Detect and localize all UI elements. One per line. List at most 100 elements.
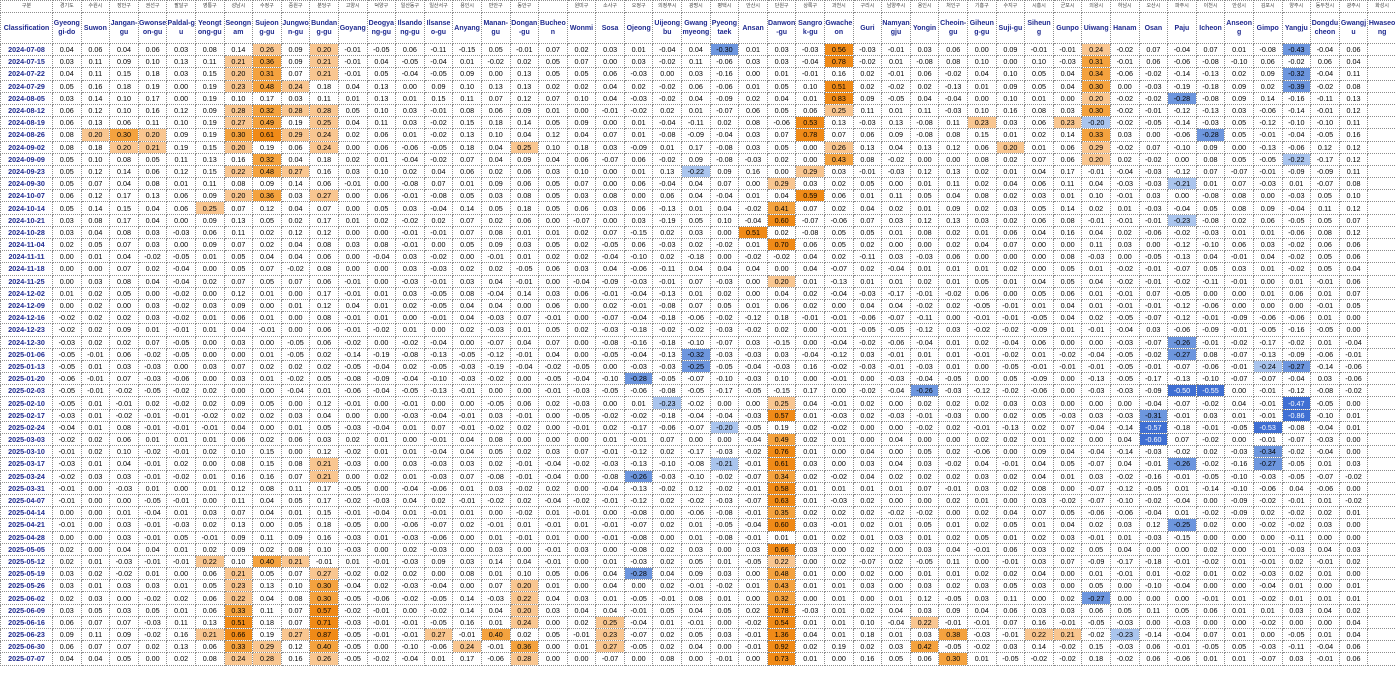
table-cell[interactable]: 0.02 — [80, 298, 111, 313]
table-cell[interactable]: -0.03 — [395, 274, 425, 288]
table-cell[interactable]: 0.13 — [166, 640, 196, 654]
table-cell[interactable]: 0.08 — [909, 225, 940, 240]
table-cell[interactable]: -0.01 — [1195, 311, 1226, 325]
table-cell[interactable]: -0.08 — [681, 457, 711, 471]
table-cell[interactable]: -0.04 — [423, 579, 454, 593]
table-cell[interactable]: 0.00 — [80, 262, 111, 276]
table-cell[interactable]: 0.02 — [652, 445, 683, 459]
row-date[interactable]: 2024-07-29 — [0, 79, 53, 93]
table-cell[interactable]: 0.16 — [824, 67, 854, 81]
table-cell[interactable]: 0.00 — [538, 640, 568, 654]
table-cell[interactable]: 0.05 — [1109, 603, 1140, 617]
table-cell[interactable]: -0.03 — [337, 615, 368, 630]
table-cell[interactable]: -0.03 — [52, 457, 82, 471]
table-cell[interactable]: 0.10 — [109, 445, 139, 459]
table-cell[interactable]: -0.03 — [337, 457, 368, 471]
table-cell[interactable]: -0.07 — [1081, 457, 1111, 471]
table-cell[interactable]: 0.01 — [194, 432, 225, 447]
table-cell[interactable]: -0.02 — [366, 323, 397, 337]
table-cell[interactable]: 0.15 — [1081, 640, 1111, 654]
table-cell[interactable]: 0.01 — [1310, 591, 1340, 605]
table-cell[interactable]: 0.17 — [309, 481, 339, 495]
table-cell[interactable]: -0.05 — [623, 591, 654, 605]
table-cell[interactable]: 0.01 — [738, 298, 768, 313]
table-cell[interactable]: 0.07 — [280, 274, 311, 288]
table-cell[interactable]: 0.04 — [509, 335, 540, 349]
row-date[interactable]: 2025-05-26 — [0, 579, 53, 593]
table-cell[interactable]: 0.00 — [366, 225, 397, 240]
table-cell[interactable]: -0.01 — [137, 408, 168, 422]
table-cell[interactable]: -0.02 — [967, 640, 997, 654]
table-cell[interactable]: -0.08 — [795, 225, 826, 240]
table-cell[interactable]: 0.00 — [623, 652, 654, 666]
table-cell[interactable]: -0.04 — [137, 506, 168, 520]
table-cell[interactable]: 0.03 — [881, 530, 911, 544]
table-cell[interactable]: 0.03 — [1024, 396, 1054, 410]
table-cell[interactable]: 0.05 — [480, 445, 511, 459]
table-cell[interactable]: 0.08 — [366, 237, 397, 252]
table-cell[interactable]: -0.03 — [709, 274, 740, 288]
table-cell[interactable]: 0.02 — [480, 262, 511, 276]
table-cell[interactable]: 0.02 — [995, 408, 1026, 422]
table-cell[interactable]: -0.04 — [423, 335, 454, 349]
table-cell[interactable]: -0.12 — [623, 493, 654, 508]
table-cell[interactable]: -0.01 — [538, 554, 568, 569]
table-cell[interactable]: -0.05 — [1281, 457, 1312, 471]
table-cell[interactable]: -0.01 — [738, 530, 768, 544]
table-cell[interactable]: 0.30 — [938, 652, 968, 666]
table-cell[interactable]: -0.32 — [681, 347, 711, 361]
table-cell[interactable]: -0.05 — [452, 347, 482, 361]
table-cell[interactable]: 0.08 — [1310, 225, 1340, 240]
table-cell[interactable]: 0.00 — [1024, 591, 1054, 605]
table-cell[interactable]: 0.21 — [309, 457, 339, 471]
table-cell[interactable]: 0.09 — [194, 103, 225, 118]
table-cell[interactable]: -0.13 — [995, 420, 1026, 435]
table-cell[interactable]: 0.01 — [938, 359, 968, 374]
table-cell[interactable]: 0.19 — [194, 91, 225, 105]
table-cell[interactable]: 0.03 — [595, 140, 625, 154]
table-cell[interactable]: 0.06 — [795, 237, 826, 252]
table-cell[interactable]: 0.01 — [852, 189, 883, 203]
table-cell[interactable]: -0.10 — [1310, 408, 1340, 422]
table-cell[interactable]: 0.12 — [538, 128, 568, 142]
table-cell[interactable]: -0.02 — [166, 311, 196, 325]
table-cell[interactable]: 0.00 — [824, 567, 854, 581]
table-cell[interactable]: -0.01 — [538, 384, 568, 398]
table-cell[interactable]: -0.01 — [1224, 250, 1254, 264]
table-cell[interactable]: 0.09 — [938, 603, 968, 617]
table-cell[interactable] — [1367, 652, 1396, 666]
table-cell[interactable]: 0.02 — [194, 445, 225, 459]
table-cell[interactable]: -0.03 — [852, 116, 883, 130]
table-cell[interactable]: -0.04 — [1310, 42, 1340, 57]
table-cell[interactable]: -0.01 — [1138, 298, 1169, 313]
table-cell[interactable]: -0.04 — [623, 615, 654, 630]
table-cell[interactable]: 0.00 — [1252, 530, 1283, 544]
table-cell[interactable]: 0.01 — [194, 469, 225, 483]
table-cell[interactable]: 0.00 — [881, 420, 911, 435]
table-cell[interactable]: 0.17 — [252, 91, 282, 105]
table-cell[interactable]: -0.07 — [1138, 311, 1169, 325]
table-cell[interactable]: -0.04 — [795, 55, 826, 69]
table-cell[interactable]: 0.00 — [1109, 579, 1140, 593]
table-cell[interactable]: 0.54 — [766, 615, 797, 630]
table-cell[interactable]: 0.28 — [252, 652, 282, 666]
table-cell[interactable]: -0.01 — [109, 396, 139, 410]
table-cell[interactable]: 0.00 — [366, 177, 397, 191]
table-cell[interactable]: -0.86 — [1281, 408, 1312, 422]
table-cell[interactable]: 0.03 — [1338, 542, 1369, 556]
table-cell[interactable]: 0.01 — [652, 140, 683, 154]
table-cell[interactable]: 0.05 — [280, 493, 311, 508]
table-cell[interactable]: -0.03 — [395, 408, 425, 422]
table-cell[interactable]: 0.01 — [1281, 274, 1312, 288]
table-cell[interactable]: 0.02 — [252, 432, 282, 447]
column-header[interactable]: Wonmi — [566, 12, 597, 44]
table-cell[interactable]: 0.07 — [280, 469, 311, 483]
table-cell[interactable]: 0.11 — [909, 103, 940, 118]
table-cell[interactable]: 0.01 — [995, 164, 1026, 179]
table-cell[interactable]: 0.05 — [709, 298, 740, 313]
row-date[interactable]: 2024-11-11 — [0, 250, 53, 264]
table-cell[interactable]: -0.04 — [166, 262, 196, 276]
table-cell[interactable]: -0.01 — [395, 189, 425, 203]
row-date[interactable]: 2025-06-02 — [0, 591, 53, 605]
table-cell[interactable]: 0.21 — [223, 55, 254, 69]
